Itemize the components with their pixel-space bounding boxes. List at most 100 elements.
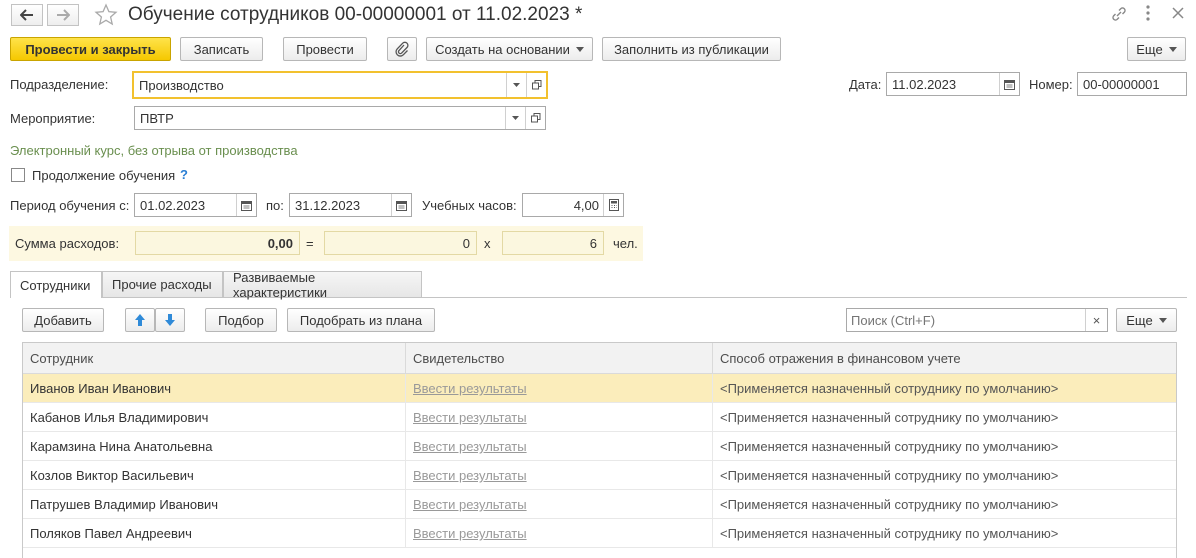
finance-method-cell: <Применяется назначенный сотруднику по у… [720,381,1059,396]
chevron-down-icon [1158,317,1167,323]
column-header-finance-method[interactable]: Способ отражения в финансовом учете [720,351,961,366]
more-button[interactable]: Еще [1127,37,1186,61]
save-button[interactable]: Записать [180,37,263,61]
favorite-star-button[interactable] [94,3,118,30]
column-divider [712,519,713,547]
arrow-down-icon [165,314,175,326]
enter-results-link[interactable]: Ввести результаты [413,439,527,454]
enter-results-link[interactable]: Ввести результаты [413,468,527,483]
hours-field[interactable]: 4,00 [522,193,624,217]
column-divider [405,432,406,460]
employee-cell: Иванов Иван Иванович [30,381,172,396]
times-sign: x [484,236,491,251]
department-open-button[interactable] [526,73,546,97]
continuation-label[interactable]: Продолжение обучения [32,168,175,183]
vertical-dots-icon [1146,5,1150,21]
search-field[interactable]: × [846,308,1108,332]
column-divider [712,343,713,373]
tab-developed-characteristics[interactable]: Развиваемые характеристики [223,270,422,300]
date-field[interactable]: 11.02.2023 [886,72,1020,96]
table-row[interactable]: Кабанов Илья Владимирович Ввести результа… [23,403,1176,432]
calendar-icon [1004,79,1015,90]
enter-results-link[interactable]: Ввести результаты [413,381,527,396]
hours-calculator-button[interactable] [603,194,623,216]
event-field[interactable]: ПВТР [134,106,546,130]
department-field[interactable]: Производство [132,71,548,99]
period-from-label: Период обучения с: [10,198,130,213]
column-header-employee[interactable]: Сотрудник [30,351,93,366]
calculator-icon [608,199,619,211]
period-from-field[interactable]: 01.02.2023 [134,193,257,217]
chevron-down-icon [1168,46,1177,52]
continuation-checkbox[interactable] [11,168,25,182]
number-field[interactable]: 00-00000001 [1077,72,1187,96]
event-label: Мероприятие: [10,111,96,126]
people-count-field[interactable]: 6 [502,231,604,255]
event-open-button[interactable] [525,107,545,129]
finance-method-cell: <Применяется назначенный сотруднику по у… [720,526,1059,541]
forward-button[interactable] [47,4,79,26]
table-header: Сотрудник Свидетельство Способ отражения… [23,343,1176,374]
pick-from-plan-button[interactable]: Подобрать из плана [287,308,435,332]
expenses-per-person-field[interactable]: 0 [324,231,477,255]
attach-button[interactable] [387,37,417,61]
enter-results-link[interactable]: Ввести результаты [413,410,527,425]
fill-from-publication-button[interactable]: Заполнить из публикации [602,37,781,61]
move-down-button[interactable] [155,308,185,332]
department-dropdown-button[interactable] [506,73,526,97]
link-button[interactable] [1110,5,1128,26]
table-row[interactable]: Патрушев Владимир Иванович Ввести результ… [23,490,1176,519]
arrow-left-icon [20,9,33,21]
department-label: Подразделение: [10,77,109,92]
enter-results-link[interactable]: Ввести результаты [413,526,527,541]
number-value: 00-00000001 [1083,76,1160,92]
move-up-button[interactable] [125,308,155,332]
date-calendar-button[interactable] [999,73,1019,95]
table-more-button[interactable]: Еще [1116,308,1177,332]
table-row[interactable]: Козлов Виктор Васильевич Ввести результат… [23,461,1176,490]
close-button[interactable] [1170,5,1186,24]
finance-method-cell: <Применяется назначенный сотруднику по у… [720,497,1059,512]
column-divider [712,403,713,431]
period-to-value: 31.12.2023 [295,197,361,213]
tab-other-expenses[interactable]: Прочие расходы [102,271,223,297]
column-divider [712,490,713,518]
post-button[interactable]: Провести [283,37,367,61]
chevron-down-icon [575,46,584,52]
pick-button[interactable]: Подбор [205,308,277,332]
table-body: Иванов Иван Иванович Ввести результаты <Пр… [23,374,1176,548]
period-to-field[interactable]: 31.12.2023 [289,193,412,217]
table-row[interactable]: Иванов Иван Иванович Ввести результаты <Пр… [23,374,1176,403]
column-divider [405,461,406,489]
post-and-close-button[interactable]: Провести и закрыть [10,37,171,61]
more-actions-button[interactable] [1145,4,1153,25]
add-button[interactable]: Добавить [22,308,104,332]
date-label: Дата: [849,77,882,92]
event-dropdown-button[interactable] [505,107,525,129]
column-divider [405,343,406,373]
expenses-total-field[interactable]: 0,00 [135,231,300,255]
employee-cell: Карамзина Нина Анатольевна [30,439,213,454]
page-title: Обучение сотрудников 00-00000001 от 11.0… [128,4,583,25]
event-value: ПВТР [140,110,174,126]
close-icon [1172,7,1184,19]
column-header-certificate[interactable]: Свидетельство [413,351,504,366]
employee-cell: Козлов Виктор Васильевич [30,468,194,483]
table-more-label: Еще [1126,312,1153,328]
calendar-icon [241,200,252,211]
period-to-calendar-button[interactable] [391,194,411,216]
hours-value: 4,00 [573,197,599,213]
search-input[interactable] [847,309,1085,331]
search-clear-button[interactable]: × [1085,309,1107,331]
tabs-divider [10,297,1187,298]
back-button[interactable] [11,4,43,26]
table-row[interactable]: Карамзина Нина Анатольевна Ввести результ… [23,432,1176,461]
department-value: Производство [139,77,224,93]
enter-results-link[interactable]: Ввести результаты [413,497,527,512]
create-based-on-button[interactable]: Создать на основании [426,37,593,61]
period-from-calendar-button[interactable] [236,194,256,216]
help-link[interactable]: ? [180,167,188,182]
employee-cell: Поляков Павел Андреевич [30,526,192,541]
table-row[interactable]: Поляков Павел Андреевич Ввести результаты… [23,519,1176,548]
tab-employees[interactable]: Сотрудники [10,271,102,298]
